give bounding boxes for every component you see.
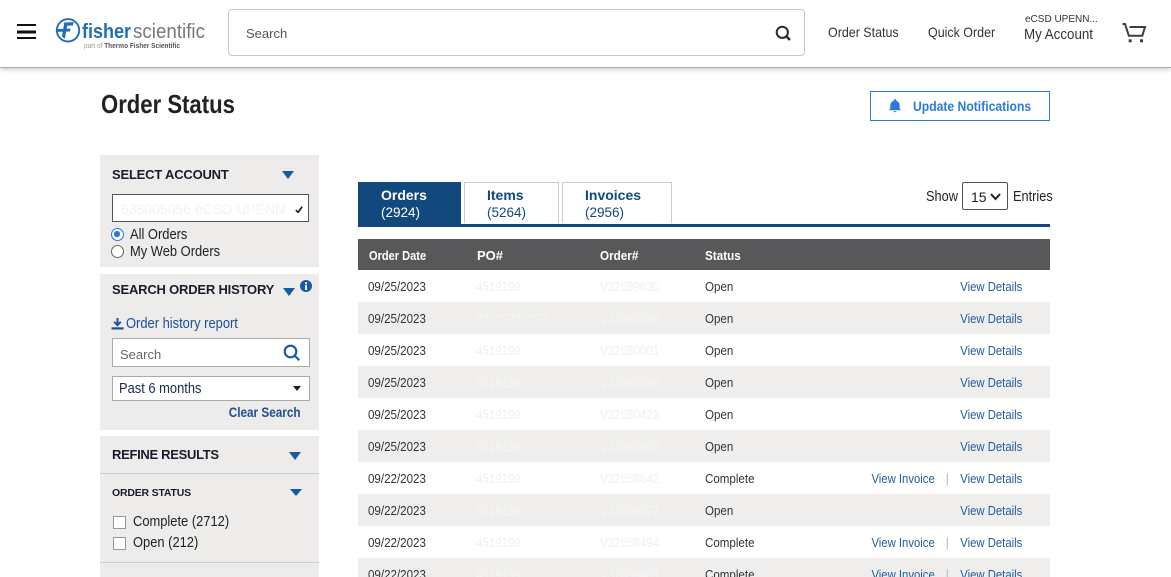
svg-text:part of Thermo Fisher Scientif: part of Thermo Fisher Scientific bbox=[84, 41, 180, 50]
svg-text:fisher: fisher bbox=[82, 21, 131, 43]
svg-text:scientific: scientific bbox=[133, 21, 205, 43]
